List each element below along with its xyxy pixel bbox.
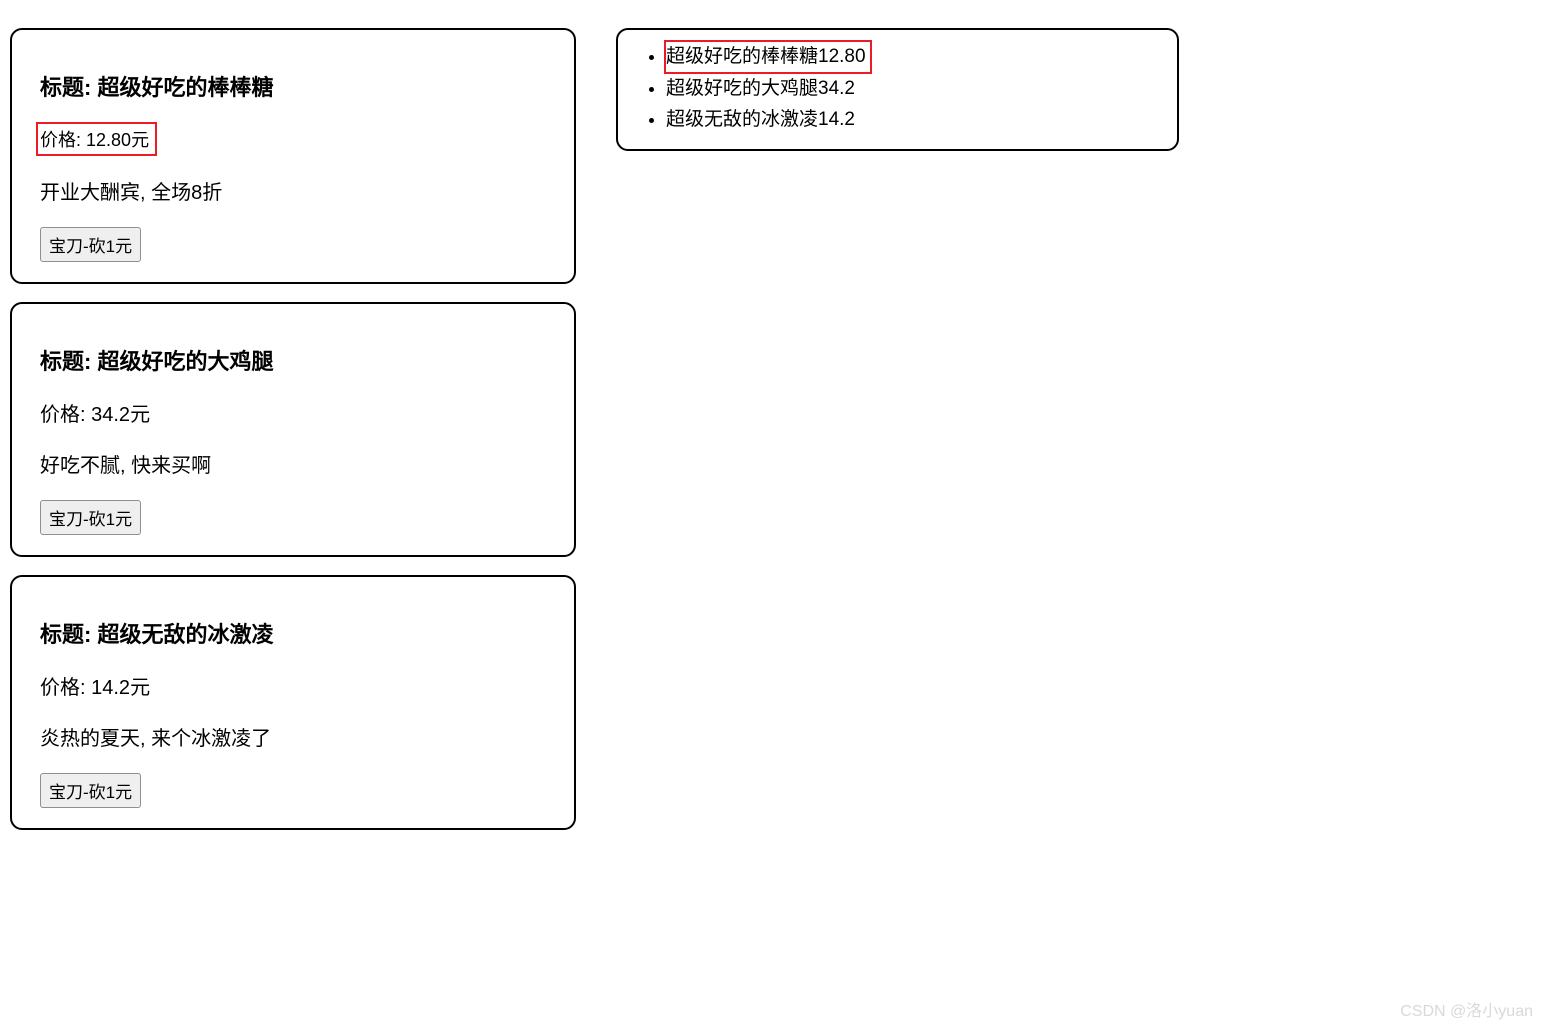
title-text: 超级好吃的棒棒糖 (97, 75, 273, 100)
summary-list: 超级好吃的棒棒糖12.80 超级好吃的大鸡腿34.2 超级无敌的冰激凌14.2 (638, 40, 1157, 135)
cards-column: 标题: 超级好吃的棒棒糖 价格: 12.80元 开业大酬宾, 全场8折 宝刀-砍… (10, 10, 576, 830)
title-prefix: 标题: (40, 75, 97, 100)
list-item: 超级好吃的大鸡腿34.2 (666, 74, 1157, 104)
card-price: 价格: 14.2元 (40, 671, 546, 700)
card-desc: 好吃不腻, 快来买啊 (40, 449, 546, 478)
list-item: 超级好吃的棒棒糖12.80 (666, 40, 1157, 74)
product-card: 标题: 超级无敌的冰激凌 价格: 14.2元 炎热的夏天, 来个冰激凌了 宝刀-… (10, 575, 576, 830)
price-suffix: 元 (130, 404, 150, 426)
summary-column: 超级好吃的棒棒糖12.80 超级好吃的大鸡腿34.2 超级无敌的冰激凌14.2 (616, 28, 1179, 151)
product-card: 标题: 超级好吃的大鸡腿 价格: 34.2元 好吃不腻, 快来买啊 宝刀-砍1元 (10, 302, 576, 557)
card-desc: 炎热的夏天, 来个冰激凌了 (40, 722, 546, 751)
price-suffix: 元 (131, 130, 149, 150)
price-prefix: 价格: (40, 404, 91, 426)
title-prefix: 标题: (40, 349, 97, 374)
card-title: 标题: 超级好吃的大鸡腿 (40, 344, 546, 376)
price-suffix: 元 (130, 677, 150, 699)
price-prefix: 价格: (40, 130, 86, 150)
discount-button[interactable]: 宝刀-砍1元 (40, 500, 141, 535)
card-price-highlighted: 价格: 12.80元 (36, 122, 157, 156)
summary-list-box: 超级好吃的棒棒糖12.80 超级好吃的大鸡腿34.2 超级无敌的冰激凌14.2 (616, 28, 1179, 151)
main-container: 标题: 超级好吃的棒棒糖 价格: 12.80元 开业大酬宾, 全场8折 宝刀-砍… (10, 10, 1553, 830)
card-desc: 开业大酬宾, 全场8折 (40, 176, 546, 205)
card-price: 价格: 34.2元 (40, 398, 546, 427)
price-value: 14.2 (91, 677, 130, 699)
card-title: 标题: 超级好吃的棒棒糖 (40, 70, 546, 102)
list-item: 超级无敌的冰激凌14.2 (666, 105, 1157, 135)
watermark: CSDN @洛小yuan (1400, 997, 1533, 1021)
discount-button[interactable]: 宝刀-砍1元 (40, 227, 141, 262)
title-text: 超级无敌的冰激凌 (97, 622, 273, 647)
discount-button[interactable]: 宝刀-砍1元 (40, 773, 141, 808)
product-card: 标题: 超级好吃的棒棒糖 价格: 12.80元 开业大酬宾, 全场8折 宝刀-砍… (10, 28, 576, 284)
title-text: 超级好吃的大鸡腿 (97, 349, 273, 374)
card-title: 标题: 超级无敌的冰激凌 (40, 617, 546, 649)
list-item-highlighted: 超级好吃的棒棒糖12.80 (664, 40, 872, 74)
price-value: 12.80 (86, 130, 131, 150)
price-value: 34.2 (91, 404, 130, 426)
title-prefix: 标题: (40, 622, 97, 647)
price-prefix: 价格: (40, 677, 91, 699)
